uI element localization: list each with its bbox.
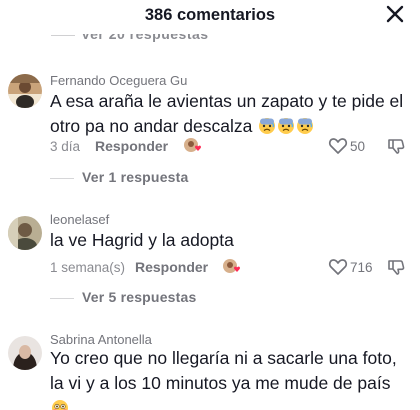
comment-username[interactable]: Fernando Oceguera Gu: [50, 73, 187, 88]
view-replies-label: Ver 1 respuesta: [82, 169, 189, 185]
comments-sheet: Ver 20 respuestas 386 comentarios Fernan…: [0, 0, 420, 410]
reply-button[interactable]: Responder: [135, 259, 208, 275]
reply-divider: [50, 298, 74, 299]
anxious-face-with-sweat-icon: [295, 116, 314, 136]
comment-username[interactable]: Sabrina Antonella: [50, 332, 152, 347]
heart-outline-icon[interactable]: [328, 137, 348, 155]
heart-outline-icon[interactable]: [328, 258, 348, 276]
thumbs-down-icon[interactable]: [387, 258, 405, 276]
comment-time: 3 día: [50, 139, 81, 154]
comment-username[interactable]: leonelasef: [50, 212, 109, 227]
avatar[interactable]: [8, 216, 42, 250]
creator-liked-icon: [223, 259, 240, 273]
comments-count-title: 386 comentarios: [144, 6, 276, 24]
creator-liked-icon: [184, 138, 201, 152]
view-replies-label: Ver 5 respuestas: [82, 289, 197, 305]
comment-body: la ve Hagrid y la adopta: [50, 230, 234, 250]
comments-header: 386 comentarios: [0, 0, 420, 34]
anxious-face-with-sweat-icon: [276, 116, 295, 136]
anxious-face-with-sweat-icon: [257, 116, 276, 136]
comment-text: A esa araña le avientas un zapato y te p…: [50, 89, 406, 139]
avatar[interactable]: [8, 336, 42, 370]
reply-divider: [50, 178, 74, 179]
comment-body: A esa araña le avientas un zapato y te p…: [50, 91, 404, 136]
comment-meta: 1 semana(s) Responder 716: [50, 258, 420, 278]
like-count: 50: [350, 139, 366, 154]
reply-button[interactable]: Responder: [95, 138, 168, 154]
comment-time: 1 semana(s): [50, 260, 126, 275]
comment-body: Yo creo que no llegaría ni a sacarle una…: [50, 348, 397, 393]
close-icon[interactable]: [384, 3, 406, 25]
view-replies-button[interactable]: Ver 5 respuestas: [50, 289, 250, 309]
flushed-face-icon: [50, 398, 69, 410]
like-count: 716: [350, 260, 373, 275]
reply-divider: [51, 34, 75, 36]
comment-text: la ve Hagrid y la adopta: [50, 228, 406, 253]
view-replies-button[interactable]: Ver 1 respuesta: [50, 169, 250, 189]
thumbs-down-icon[interactable]: [387, 137, 405, 155]
avatar[interactable]: [8, 74, 42, 108]
comment-meta: 3 día Responder 50: [50, 137, 420, 157]
comment-text: Yo creo que no llegaría ni a sacarle una…: [50, 346, 406, 410]
